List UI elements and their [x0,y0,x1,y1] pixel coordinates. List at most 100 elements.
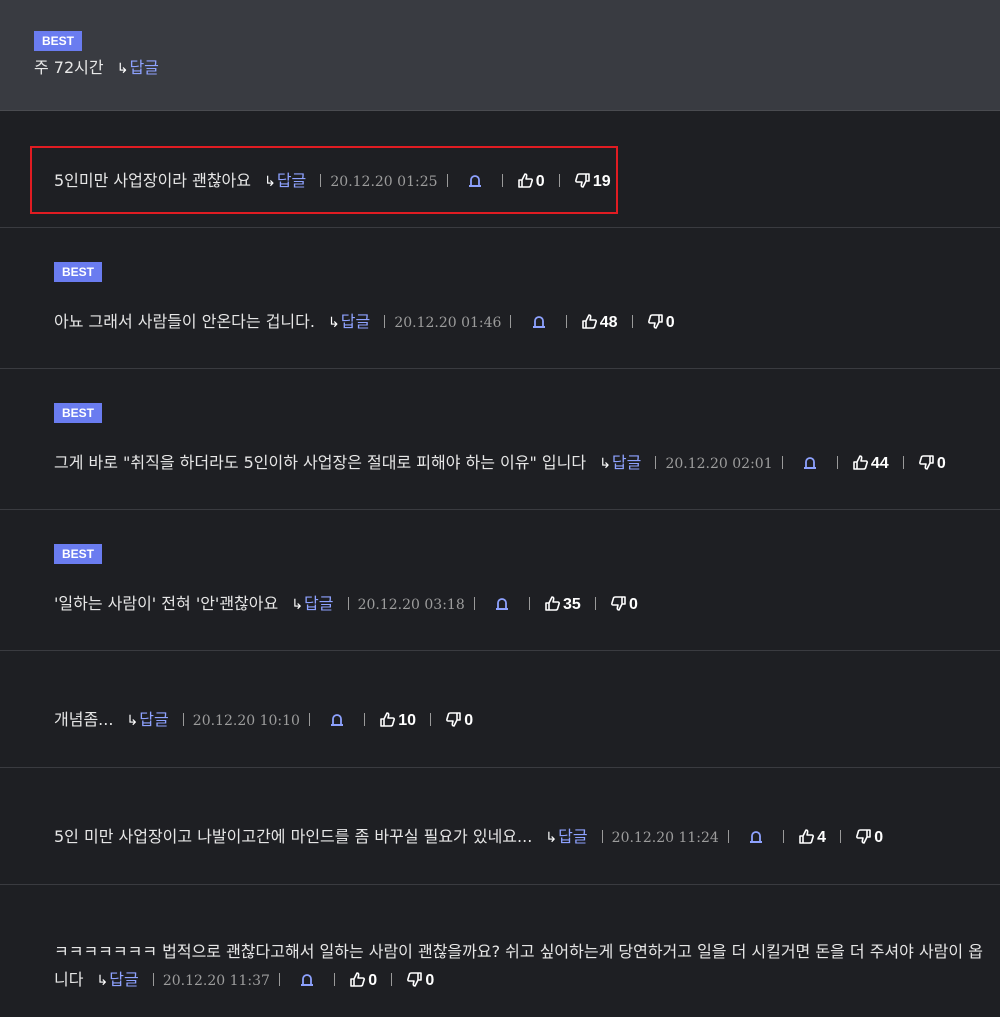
thumbs-down-icon [611,596,626,611]
divider [902,456,904,469]
reply-label: 답글 [129,58,159,77]
best-badge: BEST [54,403,103,423]
thumbs-up-icon [581,314,597,329]
like-count: 10 [398,712,417,729]
reply-arrow-icon: ↳ [545,830,558,846]
comment-item: 개념좀... ↳답글 20.12.20 10:10 10 0 [0,651,1000,768]
best-badge: BEST [54,262,103,282]
dislike-count: 0 [629,596,638,613]
comment-text: 아뇨 그래서 사람들이 안온다는 겁니다. [54,312,315,331]
like-button[interactable]: 10 [379,712,416,729]
thumbs-down-icon [446,712,462,727]
reply-link[interactable]: ↳답글 [97,970,139,989]
like-button[interactable]: 44 [852,455,889,472]
parent-comment-line: 주 72시간 ↳답글 [34,54,159,78]
dislike-count: 0 [665,314,675,331]
reply-link[interactable]: ↳답글 [545,827,587,846]
siren-report-icon[interactable] [532,313,546,335]
comment-date: 20.12.20 10:10 [192,713,300,729]
divider [308,713,310,726]
divider [278,973,280,986]
dislike-button[interactable]: 0 [918,455,946,472]
dislike-button[interactable]: 0 [855,829,883,846]
reply-link[interactable]: ↳답글 [117,58,159,77]
like-button[interactable]: 35 [544,596,581,613]
reply-label: 답글 [340,312,371,331]
comment-text: 5인 미만 사업장이고 나발이고간에 마인드를 좀 바꾸실 필요가 있네요... [54,827,533,846]
dislike-count: 0 [936,455,946,472]
comment-text: 주 72시간 [34,58,104,77]
divider [783,830,784,843]
reply-link[interactable]: ↳답글 [291,594,333,613]
like-button[interactable]: 48 [581,314,618,331]
reply-label: 답글 [611,453,642,472]
reply-label: 답글 [109,970,139,989]
reply-arrow-icon: ↳ [126,713,139,729]
comment-date: 20.12.20 11:24 [611,830,719,846]
divider [528,597,530,610]
divider [781,456,783,469]
comment-date: 20.12.20 11:37 [162,973,270,989]
thumbs-up-icon [350,972,366,987]
like-count: 0 [368,972,378,989]
comment-item: BEST 그게 바로 "취직을 하더라도 5인이하 사업장은 절대로 피해야 하… [0,369,1000,510]
dislike-count: 0 [874,829,884,846]
reply-arrow-icon: ↳ [599,456,611,472]
thumbs-up-icon [380,712,396,727]
divider [152,973,154,986]
comment-date: 20.12.20 03:18 [357,597,465,613]
dislike-count: 0 [464,712,474,729]
reply-label: 답글 [558,827,588,846]
siren-report-icon[interactable] [330,711,344,733]
thumbs-down-icon [407,972,423,987]
divider [631,315,633,328]
comment-line: '일하는 사람이' 전혀 '안'괜찮아요 ↳답글 20.12.20 03:18 … [54,593,990,617]
siren-report-icon[interactable] [749,828,763,850]
reply-arrow-icon: ↳ [116,61,129,77]
reply-link[interactable]: ↳답글 [599,453,641,472]
thumbs-up-icon [853,455,868,470]
comment-line: 그게 바로 "취직을 하더라도 5인이하 사업장은 절대로 피해야 하는 이유"… [54,452,990,476]
thumbs-down-icon [856,829,871,844]
thumbs-down-icon [918,455,934,470]
comment-date: 20.12.20 01:46 [394,315,502,331]
divider [391,973,393,986]
divider [565,315,567,328]
thumbs-up-icon [799,829,815,844]
reply-link[interactable]: ↳답글 [328,312,370,331]
reply-link[interactable]: ↳답글 [127,710,169,729]
like-count: 4 [817,829,826,846]
divider [727,830,729,843]
divider [347,597,349,610]
siren-report-icon[interactable] [495,595,509,617]
divider [601,830,603,843]
divider [840,830,842,843]
dislike-count: 0 [425,972,435,989]
comment-item: BEST 아뇨 그래서 사람들이 안온다는 겁니다. ↳답글 20.12.20 … [0,228,1000,369]
thumbs-down-icon [647,314,663,329]
comment-date: 20.12.20 02:01 [665,456,773,472]
comment-line: 아뇨 그래서 사람들이 안온다는 겁니다. ↳답글 20.12.20 01:46… [54,311,990,335]
comment-text: '일하는 사람이' 전혀 '안'괜찮아요 [54,594,279,613]
siren-report-icon[interactable] [300,968,314,996]
comment-line: ㅋㅋㅋㅋㅋㅋㅋ 법적으로 괜찮다고해서 일하는 사람이 괜찮을까요? 쉬고 싶어… [54,938,988,996]
comment-text: 그게 바로 "취직을 하더라도 5인이하 사업장은 절대로 피해야 하는 이유"… [54,453,587,472]
divider [364,713,366,726]
siren-report-icon[interactable] [803,454,817,476]
dislike-button[interactable]: 0 [647,314,675,331]
divider [182,713,184,726]
highlight-box [30,146,618,214]
like-button[interactable]: 0 [349,972,377,989]
parent-comment: BEST 주 72시간 ↳답글 [0,0,1000,111]
dislike-button[interactable]: 0 [406,972,434,989]
reply-arrow-icon: ↳ [96,973,109,989]
divider [594,597,596,610]
dislike-button[interactable]: 0 [610,596,638,613]
like-count: 44 [870,455,889,472]
dislike-button[interactable]: 0 [445,712,473,729]
divider [334,973,336,986]
divider [510,315,512,328]
reply-label: 답글 [304,594,334,613]
divider [384,315,386,328]
like-button[interactable]: 4 [798,829,826,846]
